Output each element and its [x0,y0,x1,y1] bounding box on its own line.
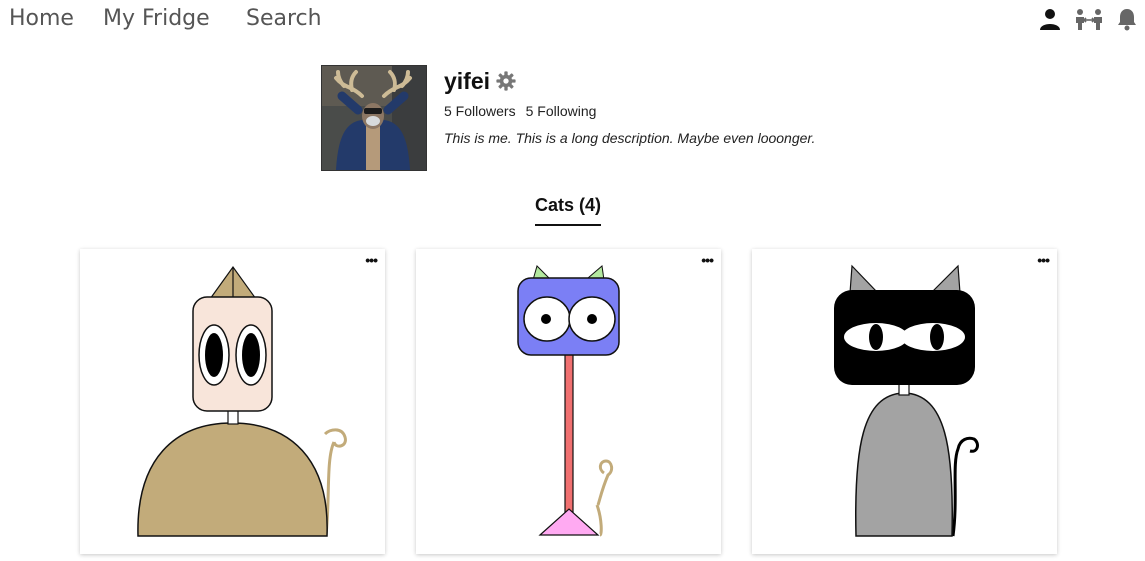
cat-card[interactable]: ••• [80,249,385,554]
follow-counts: 5 Followers 5 Following [444,103,596,119]
cat-card[interactable]: ••• [416,249,721,554]
user-icon[interactable] [1038,7,1062,31]
avatar-photo [322,66,426,170]
tab-cats[interactable]: Cats (4) [535,195,602,226]
following-link[interactable]: 5 Following [526,103,597,119]
nav-search-link[interactable]: Search [246,6,322,31]
cat-card[interactable]: ••• [752,249,1057,554]
followers-link[interactable]: 5 Followers [444,103,516,119]
nav-home-link[interactable]: Home [9,6,74,31]
top-nav: Home My Fridge Search [0,0,1145,44]
cat-drawing [137,265,347,537]
cat-drawing [517,265,620,537]
cat-drawing [834,264,979,537]
gear-icon[interactable] [496,71,516,91]
profile-bio: This is me. This is a long description. … [444,130,816,146]
nav-my-fridge-link[interactable]: My Fridge [103,6,210,31]
bell-icon[interactable] [1115,7,1139,31]
profile-username: yifei [444,68,491,94]
avatar[interactable] [321,65,427,171]
friends-icon[interactable] [1075,7,1103,31]
